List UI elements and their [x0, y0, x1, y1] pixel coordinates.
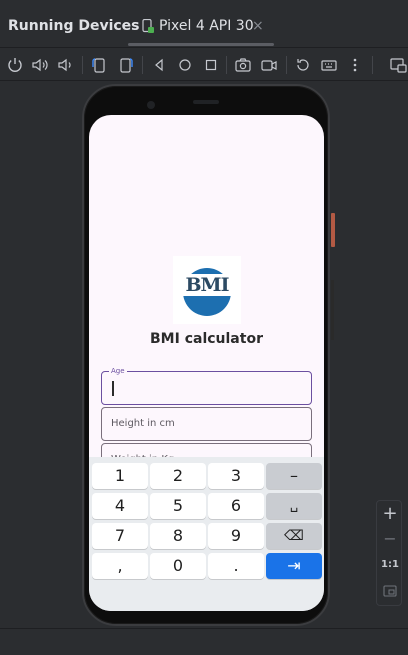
tab-label: Pixel 4 API 30	[159, 18, 254, 34]
space-key[interactable]: ␣	[266, 493, 322, 519]
key-5[interactable]: 5	[150, 493, 206, 519]
close-icon[interactable]: ×	[252, 18, 264, 34]
rotate-left-icon[interactable]	[89, 55, 109, 75]
reset-icon[interactable]	[293, 55, 313, 75]
age-field[interactable]: Age	[101, 366, 312, 405]
toolbar-separator	[372, 56, 373, 74]
key-0[interactable]: 0	[150, 553, 206, 579]
text-cursor	[112, 381, 114, 396]
fit-screen-icon[interactable]	[377, 583, 403, 601]
actual-size-button[interactable]: 1:1	[377, 557, 403, 573]
logo-band: BMI	[177, 274, 237, 296]
logo-text: BMI	[185, 274, 230, 296]
next-key[interactable]: ⇥	[266, 553, 322, 579]
key-3[interactable]: 3	[208, 463, 264, 489]
video-icon[interactable]	[259, 55, 279, 75]
numeric-keyboard: 1 2 3 – 4 5 6 ␣ 7 8 9 ⌫ , 0 . ⇥	[89, 457, 324, 611]
app-title: BMI calculator	[150, 331, 263, 347]
device-icon	[142, 18, 154, 33]
tab-underline	[128, 43, 274, 46]
key-9[interactable]: 9	[208, 523, 264, 549]
key-2[interactable]: 2	[150, 463, 206, 489]
zoom-in-button[interactable]: +	[377, 503, 403, 525]
toolbar-separator	[226, 56, 227, 74]
toolbar-separator	[286, 56, 287, 74]
key-minus[interactable]: –	[266, 463, 322, 489]
overview-icon[interactable]	[201, 55, 221, 75]
volume-button[interactable]	[331, 280, 334, 340]
rotate-right-icon[interactable]	[116, 55, 136, 75]
zoom-out-button[interactable]: −	[377, 529, 403, 549]
tab-pixel-4[interactable]: Pixel 4 API 30 ×	[128, 10, 276, 48]
volume-down-icon[interactable]	[55, 55, 75, 75]
key-period[interactable]: .	[208, 553, 264, 579]
device-screen: BMI BMI calculator Age Height in cm Weig…	[89, 115, 324, 611]
toolbar-separator	[82, 56, 83, 74]
height-placeholder: Height in cm	[111, 418, 175, 429]
camera-icon[interactable]	[233, 55, 253, 75]
panel-title: Running Devices	[8, 18, 140, 34]
title-bar: Running Devices Pixel 4 API 30 ×	[0, 0, 408, 48]
keyboard-icon[interactable]	[319, 55, 339, 75]
power-button[interactable]	[331, 213, 335, 247]
power-icon[interactable]	[5, 55, 25, 75]
key-1[interactable]: 1	[92, 463, 148, 489]
window-icon[interactable]	[388, 55, 408, 75]
age-label: Age	[109, 366, 127, 376]
backspace-key[interactable]: ⌫	[266, 523, 322, 549]
volume-up-icon[interactable]	[30, 55, 50, 75]
device-toolbar	[0, 49, 408, 81]
key-4[interactable]: 4	[92, 493, 148, 519]
back-icon[interactable]	[149, 55, 169, 75]
status-bar	[0, 628, 408, 655]
more-icon[interactable]	[345, 55, 365, 75]
toolbar-separator	[142, 56, 143, 74]
bmi-logo: BMI	[173, 256, 241, 324]
zoom-panel: + − 1:1	[376, 500, 402, 606]
front-camera	[147, 101, 155, 109]
earpiece-speaker	[193, 100, 219, 104]
key-8[interactable]: 8	[150, 523, 206, 549]
key-7[interactable]: 7	[92, 523, 148, 549]
key-comma[interactable]: ,	[92, 553, 148, 579]
height-field[interactable]: Height in cm	[101, 407, 312, 441]
key-6[interactable]: 6	[208, 493, 264, 519]
home-icon[interactable]	[175, 55, 195, 75]
